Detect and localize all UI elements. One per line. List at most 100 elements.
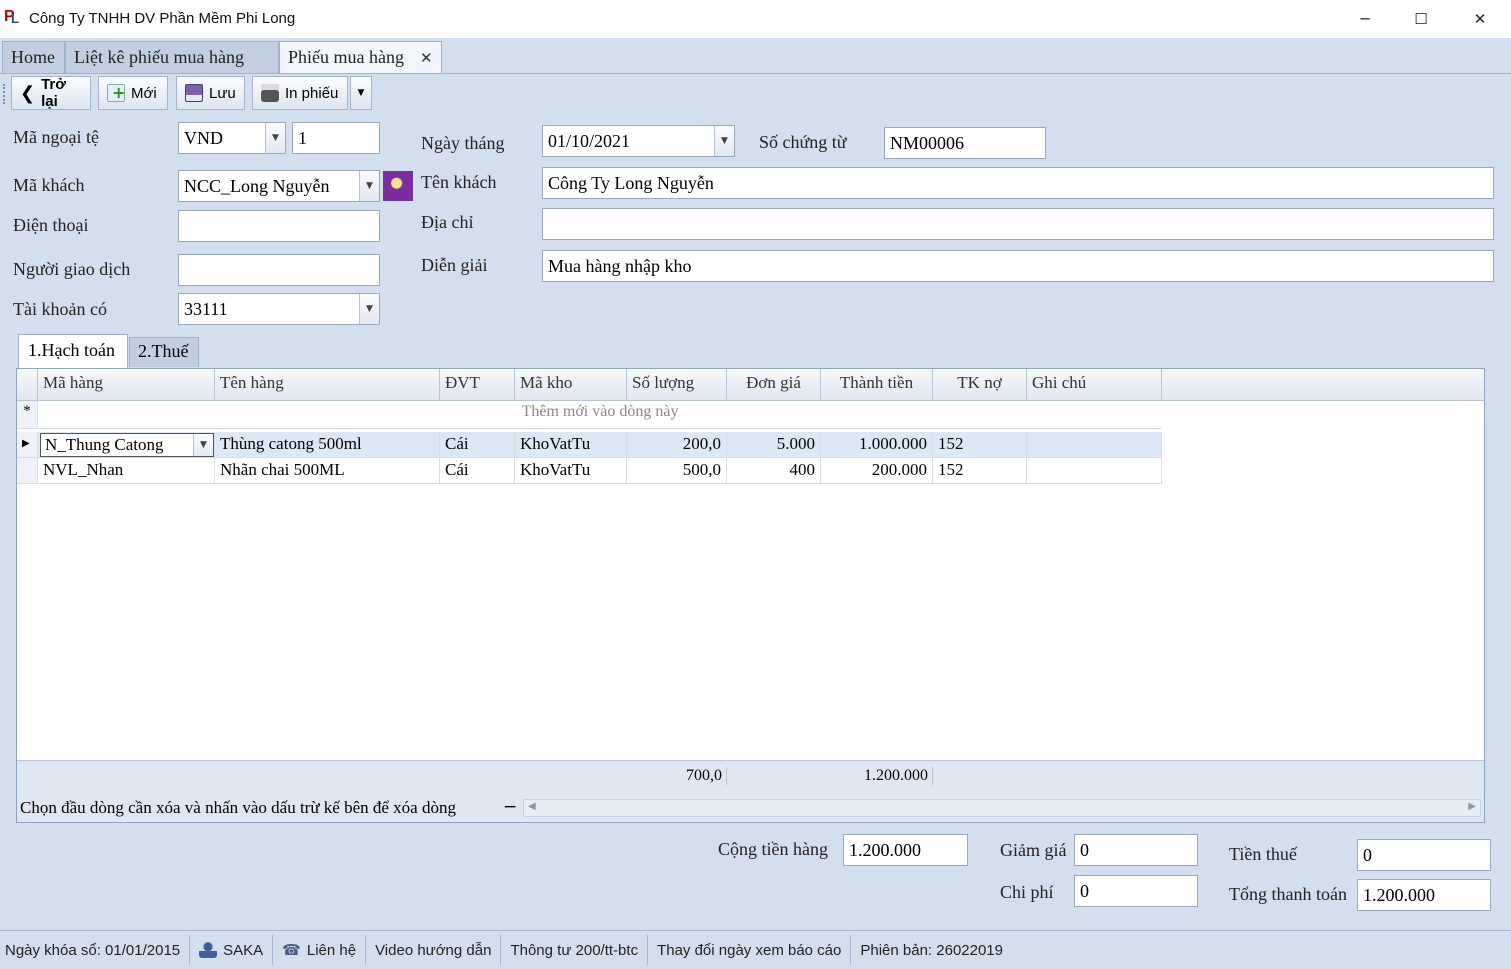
col-header-filler [1162, 369, 1484, 401]
col-header-item-code[interactable]: Mã hàng [38, 369, 215, 401]
address-input[interactable] [542, 208, 1494, 240]
change-date-text: Thay đổi ngày xem báo cáo [657, 941, 842, 959]
goods-total-input[interactable]: 1.200.000 [843, 834, 968, 866]
customer-name-input[interactable]: Công Ty Long Nguyễn [542, 167, 1494, 199]
currency-value: VND [184, 127, 223, 148]
item-code-combo[interactable]: N_Thung Catong ▼ [40, 433, 214, 457]
voucher-no-input[interactable]: NM00006 [884, 127, 1046, 159]
table-row-item-code-editor[interactable]: N_Thung Catong ▼ [38, 432, 215, 458]
chevron-down-icon[interactable]: ▼ [359, 171, 379, 201]
table-cell[interactable]: 200,0 [627, 432, 727, 458]
scroll-right-icon[interactable]: ▶ [1468, 801, 1476, 812]
table-cell[interactable]: 152 [933, 432, 1027, 458]
table-cell[interactable]: 5.000 [727, 432, 821, 458]
chevron-down-icon[interactable]: ▼ [714, 126, 734, 156]
scroll-left-icon[interactable]: ◀ [528, 801, 536, 812]
table-cell[interactable] [1027, 432, 1162, 458]
save-button[interactable]: Lưu [176, 76, 245, 110]
tab-purchase-list-label: Liệt kê phiếu mua hàng [74, 47, 244, 67]
status-change-report-date[interactable]: Thay đổi ngày xem báo cáo [648, 935, 852, 965]
customer-code-select[interactable]: NCC_Long Nguyễn ▼ [178, 170, 380, 202]
table-cell[interactable]: 500,0 [627, 458, 727, 484]
new-row-marker: * [17, 401, 38, 429]
delete-hint-text: Chọn đầu dòng cần xóa và nhấn vào dấu tr… [20, 798, 456, 817]
chevron-left-icon: ❮ [20, 82, 36, 104]
minimize-button[interactable]: ─ [1336, 0, 1394, 38]
back-button[interactable]: ❮ Trở lại [11, 76, 91, 110]
print-button[interactable]: In phiếu [252, 76, 348, 110]
row-selector-icon[interactable]: ▶ [17, 432, 38, 458]
detail-grid: Mã hàng Tên hàng ĐVT Mã kho Số lượng Đơn… [16, 368, 1485, 823]
tab-close-icon[interactable]: ✕ [420, 49, 433, 67]
credit-account-select[interactable]: 33111 ▼ [178, 293, 380, 325]
table-cell[interactable]: 200.000 [821, 458, 933, 484]
customer-search-icon[interactable] [383, 171, 413, 201]
tab-purchase-voucher-label: Phiếu mua hàng [288, 47, 404, 67]
status-contact[interactable]: ☎ Liên hệ [273, 935, 367, 965]
chevron-down-icon[interactable]: ▼ [265, 123, 285, 153]
contact-text: Liên hệ [306, 941, 357, 959]
col-header-quantity[interactable]: Số lượng [627, 369, 727, 401]
window-title: Công Ty TNHH DV Phần Mềm Phi Long [29, 10, 296, 27]
new-row-placeholder[interactable]: Thêm mới vào dòng này [38, 401, 1162, 429]
tab-home-label: Home [11, 47, 55, 67]
subtab-accounting[interactable]: 1.Hạch toán [18, 334, 128, 368]
description-input[interactable]: Mua hàng nhập kho [542, 250, 1494, 282]
close-window-button[interactable]: ✕ [1451, 0, 1509, 38]
subtab-tax[interactable]: 2.Thuế [129, 337, 199, 367]
grid-row-indicator-header [17, 369, 38, 401]
table-cell[interactable]: Cái [440, 458, 515, 484]
table-cell[interactable]: 1.000.000 [821, 432, 933, 458]
discount-label: Giảm giá [1000, 840, 1067, 860]
table-cell[interactable]: Cái [440, 432, 515, 458]
col-header-note[interactable]: Ghi chú [1027, 369, 1162, 401]
tax-input[interactable]: 0 [1357, 839, 1491, 871]
tab-purchase-voucher[interactable]: Phiếu mua hàng ✕ [279, 41, 442, 73]
back-button-label: Trở lại [41, 76, 66, 110]
col-header-item-name[interactable]: Tên hàng [215, 369, 440, 401]
discount-input[interactable]: 0 [1074, 834, 1198, 866]
table-cell[interactable]: Nhãn chai 500ML [215, 458, 440, 484]
expense-input[interactable]: 0 [1074, 875, 1198, 907]
col-header-unit-price[interactable]: Đơn giá [727, 369, 821, 401]
customer-name-value: Công Ty Long Nguyễn [548, 172, 714, 193]
video-guide-text: Video hướng dẫn [375, 941, 492, 959]
user-name: SAKA [223, 941, 264, 959]
delete-row-button[interactable]: − [503, 797, 517, 817]
chevron-down-icon: ▼ [357, 88, 365, 98]
col-header-unit[interactable]: ĐVT [440, 369, 515, 401]
new-button[interactable]: + Mới [98, 76, 168, 110]
toolbar-grip [3, 84, 6, 104]
chevron-down-icon[interactable]: ▼ [193, 434, 213, 456]
col-header-amount[interactable]: Thành tiền [821, 369, 933, 401]
table-cell[interactable]: 152 [933, 458, 1027, 484]
tab-home[interactable]: Home [2, 41, 65, 73]
table-cell[interactable]: Thùng catong 500ml [215, 432, 440, 458]
currency-select[interactable]: VND ▼ [178, 122, 286, 154]
horizontal-scrollbar[interactable]: ◀ ▶ [523, 799, 1481, 817]
grand-total-input[interactable]: 1.200.000 [1357, 879, 1491, 911]
tab-purchase-list[interactable]: Liệt kê phiếu mua hàng [65, 41, 279, 73]
chevron-down-icon[interactable]: ▼ [359, 294, 379, 324]
status-video-guide[interactable]: Video hướng dẫn [366, 935, 502, 965]
col-header-debit-account[interactable]: TK nợ [933, 369, 1027, 401]
table-cell[interactable] [1027, 458, 1162, 484]
contact-input[interactable] [178, 254, 380, 286]
status-user[interactable]: SAKA [190, 935, 274, 965]
date-picker[interactable]: 01/10/2021 ▼ [542, 125, 735, 157]
grand-total-value: 1.200.000 [1363, 884, 1435, 905]
phone-label: Điện thoại [13, 215, 89, 235]
phone-input[interactable] [178, 210, 380, 242]
row-selector[interactable] [17, 458, 38, 484]
col-header-warehouse[interactable]: Mã kho [515, 369, 627, 401]
exchange-rate-input[interactable]: 1 [292, 122, 380, 154]
maximize-button[interactable]: ☐ [1392, 0, 1450, 38]
toolbar-overflow-button[interactable]: ▼ [350, 76, 372, 110]
table-cell[interactable]: 400 [727, 458, 821, 484]
address-label: Địa chỉ [421, 212, 474, 232]
table-cell[interactable]: KhoVatTu [515, 458, 627, 484]
table-cell[interactable]: KhoVatTu [515, 432, 627, 458]
grid-footer [17, 760, 1484, 796]
table-cell[interactable]: NVL_Nhan [38, 458, 215, 484]
status-circular[interactable]: Thông tư 200/tt-btc [501, 935, 649, 965]
